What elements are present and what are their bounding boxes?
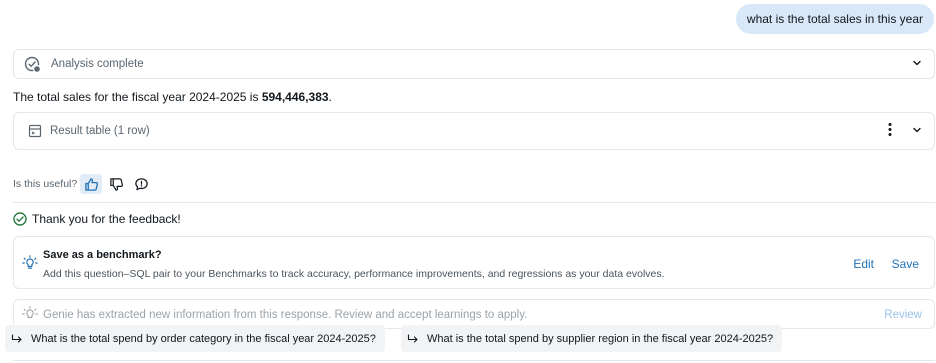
input-box-edge xyxy=(13,360,935,361)
analysis-status-label: Analysis complete xyxy=(51,58,144,70)
genie-learning-text: Genie has extracted new information from… xyxy=(43,309,528,321)
answer-value: 594,446,383 xyxy=(261,90,329,104)
analysis-status-panel[interactable]: Analysis complete xyxy=(13,49,935,79)
benchmark-title: Save as a benchmark? xyxy=(43,249,162,261)
reply-arrow-icon xyxy=(11,333,23,344)
chevron-down-icon[interactable] xyxy=(912,57,922,71)
edit-button[interactable]: Edit xyxy=(853,257,874,271)
lightbulb-icon xyxy=(22,306,38,325)
answer-text: The total sales for the fiscal year 2024… xyxy=(13,90,332,104)
feedback-row: Is this useful? xyxy=(13,174,152,194)
suggestion-chip[interactable]: What is the total spend by order categor… xyxy=(5,325,385,352)
section-divider xyxy=(13,202,935,203)
thumbs-down-icon[interactable] xyxy=(105,174,127,194)
user-message-text: what is the total sales in this year xyxy=(746,12,923,26)
analysis-check-icon xyxy=(24,56,41,73)
table-icon xyxy=(28,124,42,138)
kebab-menu-icon[interactable] xyxy=(888,123,892,140)
result-table-panel[interactable]: Result table (1 row) xyxy=(13,112,935,150)
feedback-question: Is this useful? xyxy=(13,178,78,190)
chevron-down-icon[interactable] xyxy=(912,124,922,138)
benchmark-card: Save as a benchmark? Add this question–S… xyxy=(13,236,935,289)
answer-prefix: The total sales for the fiscal year 2024… xyxy=(13,90,262,104)
suggestion-text: What is the total spend by order categor… xyxy=(31,332,376,345)
reply-arrow-icon xyxy=(407,333,419,344)
lightbulb-icon xyxy=(22,255,38,274)
check-circle-icon xyxy=(13,212,27,226)
thumbs-up-icon[interactable] xyxy=(80,174,103,194)
suggestion-chip[interactable]: What is the total spend by supplier regi… xyxy=(401,325,783,352)
review-button[interactable]: Review xyxy=(884,309,922,321)
answer-suffix: . xyxy=(328,90,332,104)
save-button[interactable]: Save xyxy=(892,257,919,271)
suggestion-text: What is the total spend by supplier regi… xyxy=(427,332,774,345)
comment-icon[interactable] xyxy=(130,174,152,194)
user-message-bubble: what is the total sales in this year xyxy=(735,4,934,34)
benchmark-description: Add this question–SQL pair to your Bench… xyxy=(43,268,665,280)
feedback-confirmation: Thank you for the feedback! xyxy=(13,212,181,226)
result-table-label: Result table (1 row) xyxy=(50,125,150,137)
feedback-thanks-text: Thank you for the feedback! xyxy=(32,212,181,226)
